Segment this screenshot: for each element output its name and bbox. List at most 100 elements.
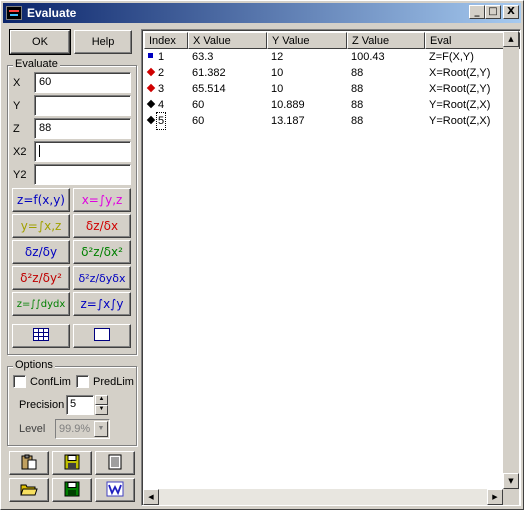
y-input[interactable] — [34, 95, 131, 116]
calc-label: x=∫y,z — [81, 193, 123, 207]
help-button[interactable]: Help — [74, 30, 132, 54]
clipboard-icon — [20, 454, 38, 473]
open-folder-icon — [20, 481, 38, 500]
column-header-y-value[interactable]: Y Value — [267, 32, 347, 49]
calc-double-integral-button[interactable]: z=∫∫dydx — [12, 292, 70, 316]
scrollbar-corner — [503, 489, 519, 505]
calc-label: y=∫x,z — [20, 219, 62, 233]
maximize-button[interactable]: □ — [485, 5, 501, 19]
level-select[interactable]: 99.9% ▼ — [55, 419, 110, 439]
row-x-value: 60 — [192, 99, 205, 111]
green-floppy-icon — [64, 481, 80, 500]
calc-label: z=∫∫dydx — [16, 298, 66, 310]
y-label: Y — [13, 100, 21, 112]
row-marker-icon — [146, 67, 156, 77]
minimize-button[interactable]: _ — [469, 5, 485, 19]
predlim-label: PredLim — [93, 376, 134, 388]
scroll-right-icon[interactable]: ▶ — [487, 489, 503, 505]
row-x-value: 63.3 — [192, 51, 214, 63]
x2-label: X2 — [13, 146, 27, 158]
save-button[interactable] — [52, 451, 92, 475]
row-y-value: 10.889 — [271, 99, 305, 111]
column-header-z-value[interactable]: Z Value — [347, 32, 425, 49]
calc-label: δz/δx — [85, 219, 119, 233]
row-eval: X=Root(Z,Y) — [429, 67, 491, 79]
spin-down-icon[interactable]: ▼ — [95, 405, 108, 415]
horizontal-scrollbar[interactable]: ◀ ▶ — [143, 489, 503, 505]
window-title: Evaluate — [27, 6, 77, 20]
calc-d2z-dx2-button[interactable]: δ²z/δx² — [73, 240, 131, 264]
row-eval: Y=Root(Z,X) — [429, 115, 491, 127]
scroll-left-icon[interactable]: ◀ — [143, 489, 159, 505]
row-eval: X=Root(Z,Y) — [429, 83, 491, 95]
column-header-index[interactable]: Index — [144, 32, 188, 49]
row-z-value: 100.43 — [351, 51, 385, 63]
row-z-value: 88 — [351, 99, 364, 111]
table-row[interactable]: 1 63.3 12 100.43 Z=F(X,Y) — [144, 49, 520, 65]
calc-d2z-dydx-button[interactable]: δ²z/δyδx — [73, 266, 131, 290]
row-marker-icon — [148, 53, 153, 58]
row-marker-icon — [146, 115, 156, 125]
calc-label: δ²z/δy² — [20, 271, 62, 285]
calc-dz-dy-button[interactable]: δz/δy — [12, 240, 70, 264]
row-y-value: 13.187 — [271, 115, 305, 127]
word-export-button[interactable] — [95, 478, 135, 502]
app-icon — [6, 6, 22, 20]
row-x-value: 65.514 — [192, 83, 226, 95]
precision-input[interactable]: 5 — [66, 395, 94, 415]
row-y-value: 12 — [271, 51, 284, 63]
precision-label: Precision — [19, 399, 65, 411]
open-button[interactable] — [9, 478, 49, 502]
level-value: 99.9% — [59, 423, 91, 435]
blank-view-button[interactable] — [73, 324, 131, 348]
table-row[interactable]: 4 60 10.889 88 Y=Root(Z,X) — [144, 97, 520, 113]
title-bar[interactable]: Evaluate _ □ X — [3, 3, 521, 23]
table-row[interactable]: 5 60 13.187 88 Y=Root(Z,X) — [144, 112, 520, 130]
calc-z-fxy-button[interactable]: z=f(x,y) — [12, 188, 70, 212]
calc-x-integral-button[interactable]: x=∫y,z — [73, 188, 131, 212]
row-marker-icon — [146, 99, 156, 109]
save-green-button[interactable] — [52, 478, 92, 502]
table-view-button[interactable] — [12, 324, 70, 348]
conflim-label: ConfLim — [30, 376, 71, 388]
scroll-up-icon[interactable]: ▲ — [503, 31, 519, 47]
level-label: Level — [19, 423, 46, 435]
spin-up-icon[interactable]: ▲ — [95, 395, 108, 405]
conflim-checkbox[interactable] — [13, 375, 26, 388]
close-button[interactable]: X — [503, 5, 519, 19]
column-header-x-value[interactable]: X Value — [188, 32, 267, 49]
z-label: Z — [13, 123, 20, 135]
row-y-value: 10 — [271, 83, 284, 95]
x2-input[interactable] — [34, 141, 131, 162]
table-row[interactable]: 3 65.514 10 88 X=Root(Z,Y) — [144, 81, 520, 97]
document-button[interactable] — [95, 451, 135, 475]
evaluate-group-label: Evaluate — [13, 58, 60, 70]
grid-icon — [33, 328, 49, 344]
ok-button[interactable]: OK — [9, 29, 71, 55]
z-input[interactable]: 88 — [34, 118, 131, 139]
results-table[interactable]: Index X Value Y Value Z Value Eval 1 63.… — [141, 29, 521, 506]
y2-input[interactable] — [34, 164, 131, 185]
x-input[interactable]: 60 — [34, 72, 131, 93]
table-row[interactable]: 2 61.382 10 88 X=Root(Z,Y) — [144, 65, 520, 81]
vertical-scrollbar[interactable]: ▲ ▼ — [503, 31, 519, 489]
row-eval: Z=F(X,Y) — [429, 51, 474, 63]
row-z-value: 88 — [351, 67, 364, 79]
predlim-checkbox[interactable] — [76, 375, 89, 388]
calc-y-integral-button[interactable]: y=∫x,z — [12, 214, 70, 238]
row-z-value: 88 — [351, 83, 364, 95]
calc-label: δz/δy — [24, 245, 58, 259]
paste-button[interactable] — [9, 451, 49, 475]
chevron-down-icon[interactable]: ▼ — [94, 421, 108, 437]
precision-spinner[interactable]: ▲ ▼ — [95, 395, 108, 415]
row-index: 3 — [158, 83, 165, 95]
calc-label: z=f(x,y) — [17, 193, 65, 207]
calc-dz-dx-button[interactable]: δz/δx — [73, 214, 131, 238]
calc-z-integral-button[interactable]: z=∫x∫y — [73, 292, 131, 316]
options-group-label: Options — [13, 359, 55, 371]
floppy-disk-icon — [64, 454, 80, 473]
scroll-down-icon[interactable]: ▼ — [503, 473, 519, 489]
calc-label: δ²z/δx² — [81, 245, 123, 259]
calc-d2z-dy2-button[interactable]: δ²z/δy² — [12, 266, 70, 290]
word-icon — [106, 481, 124, 500]
